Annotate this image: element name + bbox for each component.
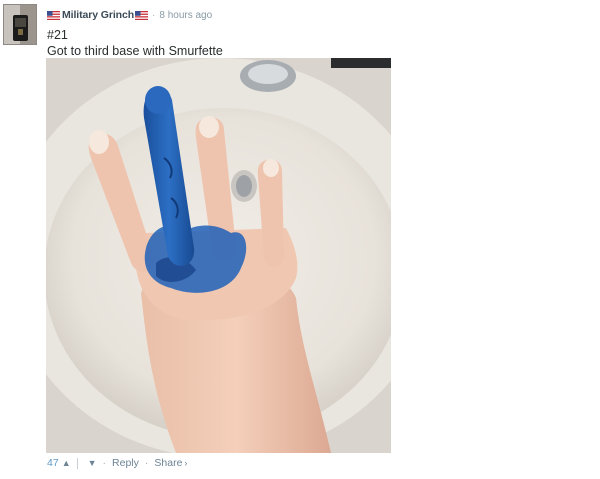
comment-photo[interactable] [46, 58, 391, 453]
vote-count: 47 [47, 457, 59, 469]
comment: Military Grinch · 8 hours ago #21 Got to… [0, 0, 600, 479]
comment-header: Military Grinch · 8 hours ago [47, 8, 212, 22]
comment-body: #21 Got to third base with Smurfette [47, 27, 223, 59]
comment-footer: 47 ▲ ▼ · Reply · Share › [47, 456, 187, 470]
footer-separator: · [102, 457, 107, 469]
vote-divider [76, 457, 78, 469]
share-link[interactable]: Share [154, 457, 182, 469]
chevron-down-icon[interactable]: ▼ [88, 458, 97, 468]
header-separator: · [152, 9, 156, 21]
avatar-image [4, 5, 36, 44]
chevron-up-icon[interactable]: ▲ [62, 458, 71, 468]
reply-link[interactable]: Reply [112, 457, 139, 469]
comment-body-line: #21 [47, 28, 68, 42]
chevron-right-icon[interactable]: › [184, 458, 187, 468]
comment-body-line: Got to third base with Smurfette [47, 44, 223, 58]
timestamp[interactable]: 8 hours ago [159, 10, 212, 21]
sink-hand-image [46, 58, 391, 453]
us-flag-icon [47, 10, 60, 20]
footer-separator: · [144, 457, 149, 469]
avatar[interactable] [3, 4, 37, 45]
us-flag-icon [135, 10, 149, 20]
author-name[interactable]: Military Grinch [62, 9, 134, 21]
